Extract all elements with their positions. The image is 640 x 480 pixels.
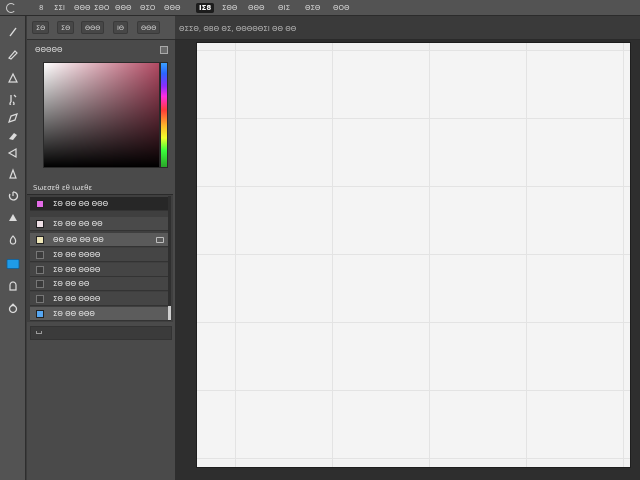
menu-item-11[interactable]: ΘΙΣ [278, 3, 290, 13]
lasso-tool-icon[interactable] [5, 300, 21, 316]
menu-item-2[interactable]: ΣΣΙ [54, 3, 65, 13]
tool-bar [0, 16, 26, 480]
swatch-chip [36, 250, 44, 259]
menu-item-3[interactable]: ΘΘΘ [74, 3, 91, 13]
blur-tool-icon[interactable] [5, 209, 21, 225]
menu-item-5[interactable]: ΘΘΘ [115, 3, 132, 13]
drop-tool-icon[interactable] [5, 166, 21, 182]
swatches-panel-title: Sωεσεθ εθ ιωεθε [33, 184, 93, 192]
rectangle-tool-icon[interactable] [5, 256, 21, 272]
dodge-tool-icon[interactable] [5, 188, 21, 204]
menu-bar: 8 ΣΣΙ ΘΘΘ ΣΘΟ ΘΘΘ ΘΣΟ ΘΘΘ ΙΣ8 ΣΘΘ ΘΘΘ ΘΙ… [0, 0, 640, 16]
pen-tool-icon[interactable] [5, 110, 21, 126]
panel-menu-icon[interactable] [160, 46, 168, 54]
list-item[interactable]: ΣΘ ΘΘ ΘΘΘΘ [30, 248, 168, 262]
menu-item-6[interactable]: ΘΣΟ [140, 3, 155, 13]
list-item[interactable]: ΣΘ ΘΘ ΘΘΘΘ [30, 263, 168, 277]
option-button-3[interactable]: ΘΘΘ [81, 21, 105, 34]
color-picker-field[interactable] [43, 62, 160, 168]
document-tab[interactable]: ΘΣΣΘ, ΘΒΘ ΘΣ, ΘΘΘΘΘΣΙ ΘΘ ΘΘ [179, 23, 296, 35]
list-item-label: ΣΘ ΘΘ ΘΘΘ [53, 309, 95, 318]
menu-item-9[interactable]: ΣΘΘ [222, 3, 237, 13]
list-item-label: ΣΘ ΘΘ ΘΘ [53, 279, 90, 288]
swatch-chip [36, 219, 44, 228]
list-item-label: ΘΘ ΘΘ ΘΘ ΘΘ [53, 235, 104, 244]
menu-item-12[interactable]: ΘΣΘ [305, 3, 320, 13]
menu-item-8-active[interactable]: ΙΣ8 [196, 3, 215, 13]
menu-item-4[interactable]: ΣΘΟ [94, 3, 109, 13]
option-button-5[interactable]: ΘΘΘ [137, 21, 161, 34]
list-item-label: ΣΘ ΘΘ ΘΘ ΘΘΘ [53, 199, 109, 208]
list-item-label: ΣΘ ΘΘ ΘΘΘΘ [53, 294, 101, 303]
menu-item-13[interactable]: ΘΟΘ [333, 3, 350, 13]
option-button-1[interactable]: ΣΘ [32, 21, 50, 34]
swatch-chip [36, 265, 44, 274]
list-item-label: ΣΘ ΘΘ ΘΘΘΘ [53, 250, 101, 259]
document-canvas[interactable] [197, 43, 630, 467]
list-item[interactable]: ΣΘ ΘΘ ΘΘ ΘΘ [30, 217, 168, 231]
visibility-icon[interactable] [156, 236, 164, 243]
menu-item-10[interactable]: ΘΘΘ [248, 3, 265, 13]
swatch-chip [36, 279, 44, 288]
swatch-chip [36, 199, 44, 208]
hue-slider[interactable] [160, 62, 168, 168]
list-scrollbar[interactable] [168, 196, 171, 321]
color-panel-title: ΘΘΘΘΘ [35, 46, 63, 54]
new-item-icon[interactable] [36, 331, 42, 334]
eraser-tool-icon[interactable] [5, 128, 21, 144]
lock-tool-icon[interactable] [5, 278, 21, 294]
options-bar: ΣΘ ΣΘ ΘΘΘ ΙΘ ΘΘΘ [27, 16, 175, 40]
list-item-label: ΣΘ ΘΘ ΘΘ ΘΘ [53, 219, 103, 228]
option-button-4[interactable]: ΙΘ [113, 21, 129, 34]
brush-tool-icon[interactable] [5, 46, 21, 62]
panel-footer [30, 326, 172, 340]
list-scrollbar-thumb[interactable] [168, 306, 171, 320]
fill-tool-icon[interactable] [5, 70, 21, 86]
swatch-chip [36, 309, 44, 318]
app-menu-icon[interactable] [6, 3, 16, 13]
list-item-selected[interactable]: ΣΘ ΘΘ ΘΘ ΘΘΘ [30, 197, 168, 211]
move-tool-icon[interactable] [5, 24, 21, 40]
menu-item-7[interactable]: ΘΘΘ [164, 3, 181, 13]
list-item-label: ΣΘ ΘΘ ΘΘΘΘ [53, 265, 101, 274]
list-item[interactable]: ΣΘ ΘΘ ΘΘ [30, 277, 168, 291]
option-button-2[interactable]: ΣΘ [57, 21, 75, 34]
clone-tool-icon[interactable] [5, 145, 21, 161]
shape-tool-icon[interactable] [5, 232, 21, 248]
menu-item-1[interactable]: 8 [39, 3, 43, 13]
swatch-chip [36, 235, 44, 244]
list-item[interactable]: ΣΘ ΘΘ ΘΘΘΘ [30, 292, 168, 306]
swatch-chip [36, 294, 44, 303]
list-item[interactable]: ΣΘ ΘΘ ΘΘΘ [30, 307, 168, 321]
document-tab-bar: ΘΣΣΘ, ΘΒΘ ΘΣ, ΘΘΘΘΘΣΙ ΘΘ ΘΘ [175, 16, 640, 40]
list-item[interactable]: ΘΘ ΘΘ ΘΘ ΘΘ [30, 233, 168, 247]
smudge-tool-icon[interactable] [5, 91, 21, 107]
